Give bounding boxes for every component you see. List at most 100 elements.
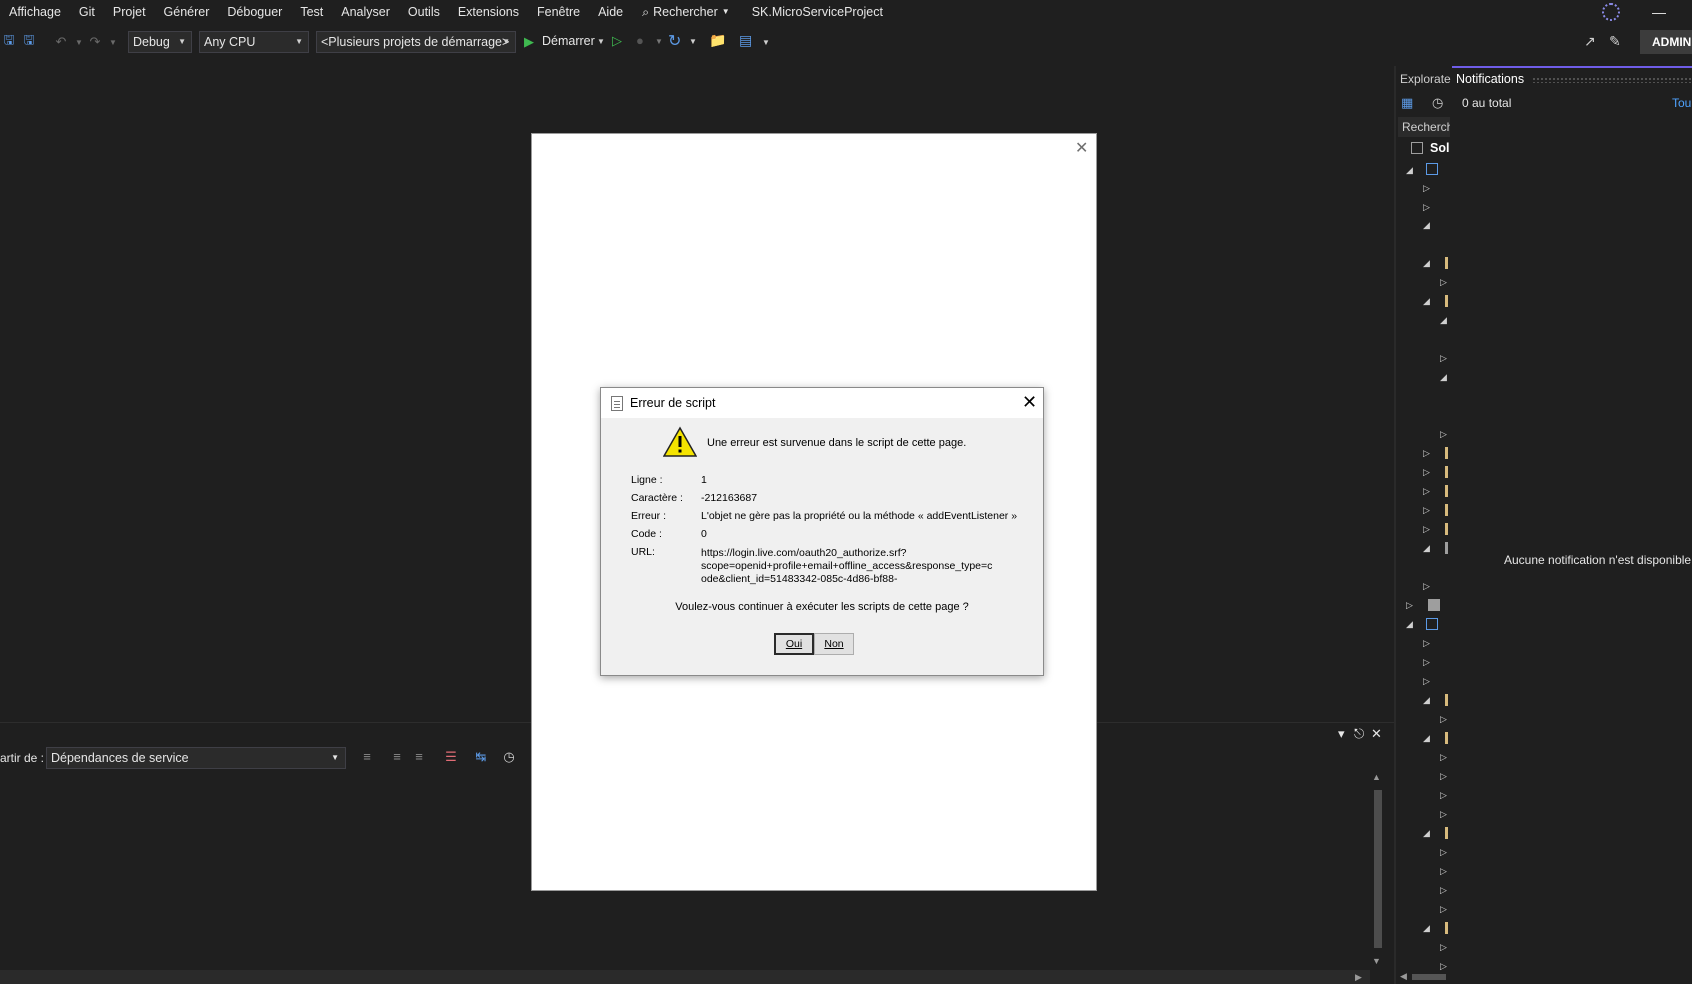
output-horizontal-scrollbar[interactable]: ▶	[0, 970, 1370, 984]
scrollbar-thumb[interactable]	[1412, 974, 1446, 980]
sync-icon[interactable]: ▦	[1401, 95, 1413, 111]
menu-generer[interactable]: Générer	[155, 0, 219, 24]
hot-reload-icon[interactable]: ●	[636, 33, 644, 48]
config-dropdown[interactable]: Debug ▼	[128, 31, 192, 53]
tab-notifications[interactable]: Notifications	[1452, 66, 1692, 90]
tree-collapsed-icon[interactable]: ▷	[1440, 885, 1447, 896]
tree-expanded-icon[interactable]: ◢	[1423, 695, 1430, 706]
tree-collapsed-icon[interactable]: ▷	[1423, 202, 1430, 213]
scroll-right-icon[interactable]: ▶	[1355, 972, 1362, 983]
close-icon[interactable]: ✕	[1022, 392, 1037, 413]
tree-expanded-icon[interactable]: ◢	[1423, 733, 1430, 744]
explorer-search-input[interactable]: Recherch	[1398, 117, 1450, 137]
close-icon[interactable]: ✕	[1075, 138, 1088, 158]
menu-affichage[interactable]: Affichage	[0, 0, 70, 24]
chevron-down-icon[interactable]: ▼	[689, 37, 697, 46]
redo-icon[interactable]: ↷	[86, 33, 104, 51]
chevron-down-icon[interactable]: ▼	[762, 38, 770, 47]
menu-fenetre[interactable]: Fenêtre	[528, 0, 589, 24]
tree-collapsed-icon[interactable]: ▷	[1423, 467, 1430, 478]
tree-expanded-icon[interactable]: ◢	[1440, 315, 1447, 326]
tree-collapsed-icon[interactable]: ▷	[1440, 847, 1447, 858]
tree-collapsed-icon[interactable]: ▷	[1423, 183, 1430, 194]
redo-dropdown-icon[interactable]: ▼	[104, 33, 122, 51]
account-button[interactable]: ADMIN	[1640, 30, 1692, 54]
explorer-horizontal-scrollbar[interactable]: ◀	[1398, 970, 1450, 982]
yes-button[interactable]: Oui	[774, 633, 814, 655]
clear-all-icon[interactable]: ☰	[442, 749, 460, 767]
panel-divider[interactable]	[1394, 66, 1396, 984]
feedback-icon[interactable]: ✎	[1609, 33, 1621, 50]
menu-analyser[interactable]: Analyser	[332, 0, 399, 24]
tree-collapsed-icon[interactable]: ▷	[1423, 638, 1430, 649]
next-message-icon[interactable]: ≡	[410, 749, 428, 767]
tree-collapsed-icon[interactable]: ▷	[1423, 676, 1430, 687]
tab-solution-explorer[interactable]: Explorate	[1396, 68, 1452, 90]
tree-expanded-icon[interactable]: ◢	[1423, 220, 1430, 231]
output-vertical-scrollbar[interactable]: ▲ ▼	[1370, 772, 1386, 970]
tree-expanded-icon[interactable]: ◢	[1423, 258, 1430, 269]
scroll-up-icon[interactable]: ▲	[1372, 772, 1381, 782]
save-all-icon[interactable]: 🖫	[20, 32, 38, 51]
menu-aide[interactable]: Aide	[589, 0, 632, 24]
tree-collapsed-icon[interactable]: ▷	[1423, 505, 1430, 516]
tree-expanded-icon[interactable]: ◢	[1406, 619, 1413, 630]
tree-collapsed-icon[interactable]: ▷	[1440, 809, 1447, 820]
menu-git[interactable]: Git	[70, 0, 104, 24]
menu-projet[interactable]: Projet	[104, 0, 155, 24]
tree-expanded-icon[interactable]: ◢	[1406, 165, 1413, 176]
find-message-icon[interactable]: ≡	[358, 749, 376, 767]
tree-collapsed-icon[interactable]: ▷	[1440, 942, 1447, 953]
tree-collapsed-icon[interactable]: ▷	[1440, 866, 1447, 877]
tree-expanded-icon[interactable]: ◢	[1440, 372, 1447, 383]
tree-collapsed-icon[interactable]: ▷	[1440, 714, 1447, 725]
window-position-icon[interactable]: ▾	[1338, 726, 1345, 742]
tree-collapsed-icon[interactable]: ▷	[1440, 277, 1447, 288]
share-icon[interactable]: ↗	[1584, 33, 1596, 50]
tree-expanded-icon[interactable]: ◢	[1423, 923, 1430, 934]
tree-collapsed-icon[interactable]: ▷	[1440, 752, 1447, 763]
tree-collapsed-icon[interactable]: ▷	[1440, 429, 1447, 440]
solution-node[interactable]: Sol	[1430, 141, 1449, 155]
tree-collapsed-icon[interactable]: ▷	[1423, 657, 1430, 668]
notifications-filter-link[interactable]: Tou	[1672, 96, 1691, 110]
scroll-down-icon[interactable]: ▼	[1372, 956, 1381, 966]
tree-collapsed-icon[interactable]: ▷	[1423, 486, 1430, 497]
undo-icon[interactable]: ↶	[52, 33, 70, 51]
close-panel-icon[interactable]: ✕	[1371, 726, 1382, 742]
tree-collapsed-icon[interactable]: ▷	[1423, 524, 1430, 535]
tree-collapsed-icon[interactable]: ▷	[1440, 790, 1447, 801]
tree-collapsed-icon[interactable]: ▷	[1406, 600, 1413, 611]
menu-test[interactable]: Test	[291, 0, 332, 24]
scrollbar-thumb[interactable]	[1374, 790, 1382, 948]
start-play-icon[interactable]: ▶	[524, 34, 534, 50]
tree-collapsed-icon[interactable]: ▷	[1440, 904, 1447, 915]
tree-collapsed-icon[interactable]: ▷	[1440, 353, 1447, 364]
platform-dropdown[interactable]: Any CPU ▼	[199, 31, 309, 53]
word-wrap-icon[interactable]: ↹	[472, 749, 490, 767]
tree-expanded-icon[interactable]: ◢	[1423, 543, 1430, 554]
save-icon[interactable]: 🖫	[0, 32, 18, 51]
layout-icon[interactable]: ▤	[739, 32, 752, 49]
chevron-down-icon[interactable]: ▼	[655, 37, 663, 46]
history-icon[interactable]: ◷	[1432, 95, 1443, 111]
tree-collapsed-icon[interactable]: ▷	[1440, 771, 1447, 782]
tree-expanded-icon[interactable]: ◢	[1423, 296, 1430, 307]
timestamp-icon[interactable]: ◷	[500, 749, 518, 767]
start-button[interactable]: Démarrer	[542, 34, 595, 48]
pin-icon[interactable]: ⎋	[1354, 726, 1364, 742]
prev-message-icon[interactable]: ≡	[388, 749, 406, 767]
tree-collapsed-icon[interactable]: ▷	[1423, 581, 1430, 592]
folder-icon[interactable]: 📁	[709, 32, 726, 49]
refresh-icon[interactable]: ↻	[668, 31, 681, 51]
search-button[interactable]: ⌕ Rechercher ▼	[632, 0, 740, 24]
tree-collapsed-icon[interactable]: ▷	[1423, 448, 1430, 459]
scroll-left-icon[interactable]: ◀	[1400, 971, 1407, 982]
no-button[interactable]: Non	[814, 633, 854, 655]
output-source-dropdown[interactable]: Dépendances de service ▼	[46, 747, 346, 769]
start-without-debug-icon[interactable]: ▷	[612, 33, 622, 49]
menu-extensions[interactable]: Extensions	[449, 0, 528, 24]
menu-deboguer[interactable]: Déboguer	[218, 0, 291, 24]
tree-expanded-icon[interactable]: ◢	[1423, 828, 1430, 839]
chevron-down-icon[interactable]: ▼	[597, 37, 605, 46]
